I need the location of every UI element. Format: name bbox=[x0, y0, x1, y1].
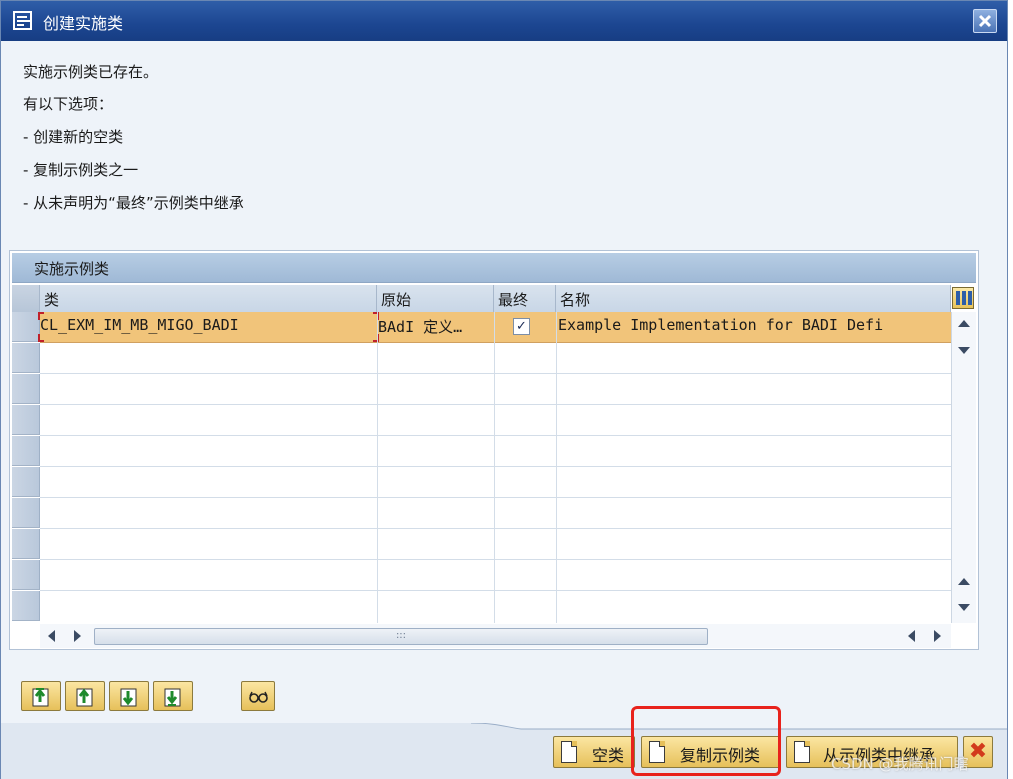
title-bar: 创建实施类 bbox=[1, 1, 1007, 41]
horizontal-scrollbar[interactable]: ::: bbox=[40, 624, 951, 648]
move-to-top-button[interactable] bbox=[21, 681, 61, 711]
watermark: CSDN @我腾讯门瞎 bbox=[831, 755, 969, 773]
message-line: - 创建新的空类 bbox=[23, 128, 124, 146]
row-selector[interactable] bbox=[12, 405, 40, 435]
display-details-button[interactable] bbox=[241, 681, 275, 711]
move-to-top-icon bbox=[32, 688, 49, 707]
table-row[interactable] bbox=[40, 374, 951, 405]
message-line: 有以下选项： bbox=[23, 95, 114, 113]
document-icon bbox=[794, 741, 810, 763]
vertical-scrollbar[interactable] bbox=[951, 312, 976, 623]
row-selector[interactable] bbox=[12, 374, 40, 404]
table-row[interactable] bbox=[40, 560, 951, 591]
scroll-first-icon[interactable] bbox=[48, 630, 55, 642]
dialog-window: 创建实施类 实施示例类已存在。 有以下选项： - 创建新的空类 - 复制示例类之… bbox=[0, 0, 1008, 779]
row-selector[interactable] bbox=[12, 436, 40, 466]
create-dialog-icon bbox=[13, 11, 32, 30]
cell-class[interactable]: CL_EXM_IM_MB_MIGO_BADI bbox=[40, 316, 375, 334]
column-header-name[interactable]: 名称 bbox=[556, 285, 951, 312]
table-title-bar: 实施示例类 bbox=[12, 253, 976, 283]
move-down-button[interactable] bbox=[109, 681, 149, 711]
message-line: - 从未声明为“最终”示例类中继承 bbox=[23, 194, 244, 212]
scroll-up-icon[interactable] bbox=[958, 320, 970, 327]
close-icon bbox=[978, 14, 992, 28]
select-all-cell[interactable] bbox=[12, 285, 40, 312]
column-divider bbox=[556, 312, 557, 623]
row-selector[interactable] bbox=[12, 591, 40, 621]
row-selector[interactable] bbox=[12, 312, 40, 342]
cell-name[interactable]: Example Implementation for BADI Defi bbox=[558, 316, 951, 334]
horizontal-scroll-thumb[interactable]: ::: bbox=[94, 628, 708, 645]
row-selector[interactable] bbox=[12, 560, 40, 590]
row-selector[interactable] bbox=[12, 498, 40, 528]
scroll-last-icon[interactable] bbox=[934, 630, 941, 642]
table-row[interactable] bbox=[40, 498, 951, 529]
document-icon bbox=[561, 741, 577, 763]
column-divider bbox=[377, 312, 378, 623]
message-line: 实施示例类已存在。 bbox=[23, 63, 159, 81]
column-header-final[interactable]: 最终 bbox=[494, 285, 556, 312]
empty-class-button[interactable]: 空类 bbox=[553, 736, 635, 768]
move-to-bottom-icon bbox=[164, 688, 181, 707]
close-button[interactable] bbox=[973, 9, 997, 33]
move-down-icon bbox=[120, 688, 137, 707]
column-header-origin[interactable]: 原始 bbox=[377, 285, 494, 312]
page-up-icon[interactable] bbox=[958, 578, 970, 585]
final-checkbox[interactable]: ✓ bbox=[513, 318, 530, 335]
move-up-icon bbox=[76, 688, 93, 707]
page-down-icon[interactable] bbox=[958, 604, 970, 611]
table-row[interactable] bbox=[40, 343, 951, 374]
message-line: - 复制示例类之一 bbox=[23, 161, 139, 179]
table-row[interactable] bbox=[40, 436, 951, 467]
column-divider bbox=[494, 312, 495, 623]
table-row[interactable]: CL_EXM_IM_MB_MIGO_BADI BAdI 定义… ✓ Exampl… bbox=[38, 312, 951, 343]
table-row[interactable] bbox=[40, 591, 951, 622]
move-up-button[interactable] bbox=[65, 681, 105, 711]
scroll-right-icon[interactable] bbox=[908, 630, 915, 642]
row-selector[interactable] bbox=[12, 467, 40, 497]
column-header-class[interactable]: 类 bbox=[40, 285, 377, 312]
table-row[interactable] bbox=[40, 467, 951, 498]
table-row[interactable] bbox=[40, 529, 951, 560]
row-selector[interactable] bbox=[12, 529, 40, 559]
row-selector[interactable] bbox=[12, 343, 40, 373]
glasses-icon bbox=[249, 691, 268, 703]
table-title: 实施示例类 bbox=[34, 260, 110, 278]
move-to-bottom-button[interactable] bbox=[153, 681, 193, 711]
scroll-left-icon[interactable] bbox=[74, 630, 81, 642]
scroll-down-icon[interactable] bbox=[958, 347, 970, 354]
cell-origin[interactable]: BAdI 定义… bbox=[378, 316, 493, 337]
highlight-annotation bbox=[631, 706, 781, 776]
column-settings-button[interactable] bbox=[952, 287, 974, 309]
example-class-table: 实施示例类 类 原始 最终 名称 CL_EXM_IM_MB_MIGO_BADI … bbox=[9, 250, 979, 650]
table-row[interactable] bbox=[40, 405, 951, 436]
dialog-title: 创建实施类 bbox=[43, 14, 124, 33]
